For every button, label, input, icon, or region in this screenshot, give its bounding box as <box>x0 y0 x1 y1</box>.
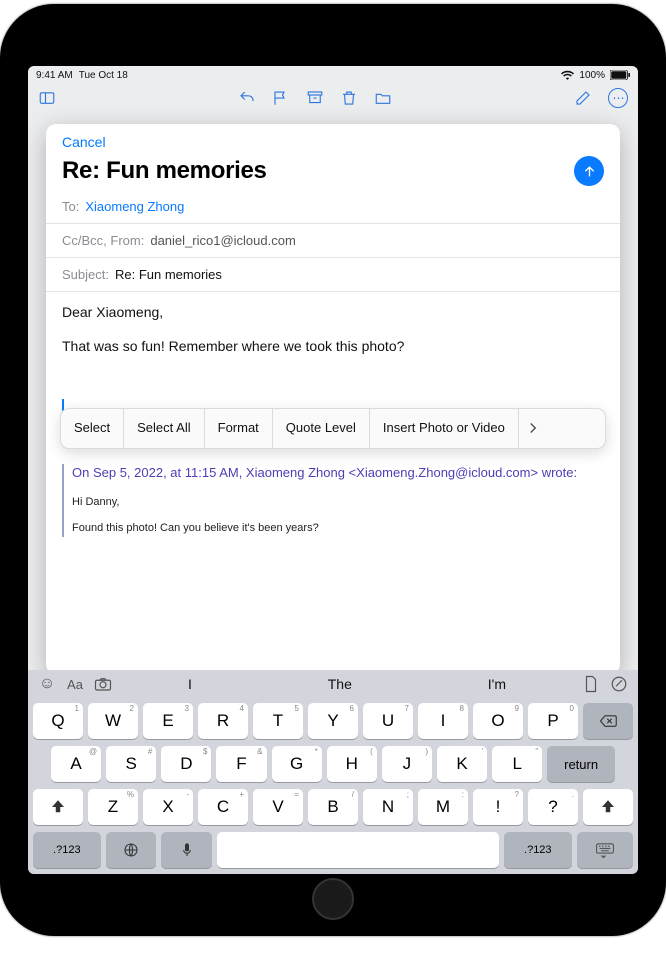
cancel-button[interactable]: Cancel <box>62 134 604 150</box>
quote-body-2: Found this photo! Can you believe it's b… <box>72 521 604 537</box>
key-n[interactable]: N; <box>363 789 413 825</box>
compose-body[interactable]: Dear Xiaomeng, That was so fun! Remember… <box>46 292 620 674</box>
key-j[interactable]: J) <box>382 746 432 782</box>
send-button[interactable] <box>574 156 604 186</box>
key-u[interactable]: U7 <box>363 703 413 739</box>
ctx-insert-photo[interactable]: Insert Photo or Video <box>370 409 519 448</box>
move-folder-icon[interactable] <box>374 89 392 107</box>
more-icon[interactable]: ⋯ <box>608 88 628 108</box>
key-g[interactable]: G* <box>272 746 322 782</box>
compose-title: Re: Fun memories <box>62 157 267 185</box>
quoted-message: On Sep 5, 2022, at 11:15 AM, Xiaomeng Zh… <box>62 464 604 537</box>
onscreen-keyboard[interactable]: ☺ Aa I The I'm <box>28 670 638 874</box>
key-row-2: A@S#D$F&G*H(J)K'L"return <box>33 746 633 782</box>
shift-key-right[interactable] <box>583 789 633 825</box>
archive-icon[interactable] <box>306 89 324 107</box>
subject-value: Re: Fun memories <box>115 267 222 282</box>
arrow-up-icon <box>582 164 597 179</box>
compose-icon[interactable] <box>574 89 592 107</box>
subject-label: Subject: <box>62 267 109 282</box>
home-button[interactable] <box>312 878 354 920</box>
quote-body-1: Hi Danny, <box>72 495 604 511</box>
key-t[interactable]: T5 <box>253 703 303 739</box>
status-battery-text: 100% <box>579 70 605 81</box>
quote-header: On Sep 5, 2022, at 11:15 AM, Xiaomeng Zh… <box>72 464 604 483</box>
key-e[interactable]: E3 <box>143 703 193 739</box>
numbers-key-left[interactable]: .?123 <box>33 832 101 868</box>
dictation-key[interactable] <box>161 832 212 868</box>
prediction-1[interactable]: I <box>188 676 192 692</box>
key-?[interactable]: ?. <box>528 789 578 825</box>
ctx-select[interactable]: Select <box>61 409 124 448</box>
ctx-select-all[interactable]: Select All <box>124 409 204 448</box>
to-label: To: <box>62 199 79 214</box>
key-m[interactable]: M: <box>418 789 468 825</box>
key-row-4: .?123 .?123 <box>33 832 633 868</box>
flag-icon[interactable] <box>272 89 290 107</box>
from-value: daniel_rico1@icloud.com <box>150 233 295 248</box>
key-x[interactable]: X- <box>143 789 193 825</box>
text-format-key[interactable]: Aa <box>64 673 86 695</box>
key-q[interactable]: Q1 <box>33 703 83 739</box>
status-time: 9:41 AM <box>36 70 73 81</box>
chevron-right-icon <box>529 422 537 434</box>
text-context-menu: Select Select All Format Quote Level Ins… <box>60 408 606 449</box>
markup-key[interactable] <box>608 673 630 695</box>
key-w[interactable]: W2 <box>88 703 138 739</box>
key-b[interactable]: B/ <box>308 789 358 825</box>
key-z[interactable]: Z% <box>88 789 138 825</box>
trash-icon[interactable] <box>340 89 358 107</box>
key-f[interactable]: F& <box>216 746 266 782</box>
numbers-key-right[interactable]: .?123 <box>504 832 572 868</box>
reply-icon[interactable] <box>238 89 256 107</box>
key-![interactable]: !? <box>473 789 523 825</box>
prediction-2[interactable]: The <box>328 676 352 692</box>
key-y[interactable]: Y6 <box>308 703 358 739</box>
key-row-3: Z%X-C+V=B/N;M:!??. <box>33 789 633 825</box>
key-c[interactable]: C+ <box>198 789 248 825</box>
backspace-key[interactable] <box>583 703 633 739</box>
status-date: Tue Oct 18 <box>79 70 128 81</box>
spacebar-key[interactable] <box>217 832 499 868</box>
mail-toolbar: ⋯ <box>28 84 638 112</box>
scan-document-key[interactable] <box>580 673 602 695</box>
key-a[interactable]: A@ <box>51 746 101 782</box>
to-field[interactable]: To: Xiaomeng Zhong <box>46 190 620 224</box>
key-i[interactable]: I8 <box>418 703 468 739</box>
to-value[interactable]: Xiaomeng Zhong <box>85 199 184 214</box>
key-p[interactable]: P0 <box>528 703 578 739</box>
key-o[interactable]: O9 <box>473 703 523 739</box>
ccbcc-field[interactable]: Cc/Bcc, From: daniel_rico1@icloud.com <box>46 224 620 258</box>
key-s[interactable]: S# <box>106 746 156 782</box>
body-greeting: Dear Xiaomeng, <box>62 302 604 322</box>
key-l[interactable]: L" <box>492 746 542 782</box>
shift-key-left[interactable] <box>33 789 83 825</box>
ctx-quote-level[interactable]: Quote Level <box>273 409 370 448</box>
ccbcc-label: Cc/Bcc, From: <box>62 233 144 248</box>
status-bar: 9:41 AM Tue Oct 18 100% <box>28 66 638 84</box>
key-k[interactable]: K' <box>437 746 487 782</box>
ctx-more-arrow[interactable] <box>519 409 547 448</box>
wifi-icon <box>561 70 574 80</box>
prediction-3[interactable]: I'm <box>488 676 506 692</box>
body-line-1: That was so fun! Remember where we took … <box>62 336 604 356</box>
key-r[interactable]: R4 <box>198 703 248 739</box>
emoji-key[interactable]: ☺ <box>36 673 58 695</box>
key-d[interactable]: D$ <box>161 746 211 782</box>
key-row-1: Q1W2E3R4T5Y6U7I8O9P0 <box>33 703 633 739</box>
ctx-format[interactable]: Format <box>205 409 273 448</box>
subject-field[interactable]: Subject: Re: Fun memories <box>46 258 620 292</box>
battery-icon <box>610 70 630 80</box>
globe-key[interactable] <box>106 832 157 868</box>
compose-sheet: Cancel Re: Fun memories To: Xiaomeng Zho… <box>46 124 620 674</box>
sidebar-toggle-icon[interactable] <box>38 89 56 107</box>
key-h[interactable]: H( <box>327 746 377 782</box>
key-v[interactable]: V= <box>253 789 303 825</box>
camera-key[interactable] <box>92 673 114 695</box>
dismiss-keyboard-key[interactable] <box>577 832 633 868</box>
return-key[interactable]: return <box>547 746 615 782</box>
